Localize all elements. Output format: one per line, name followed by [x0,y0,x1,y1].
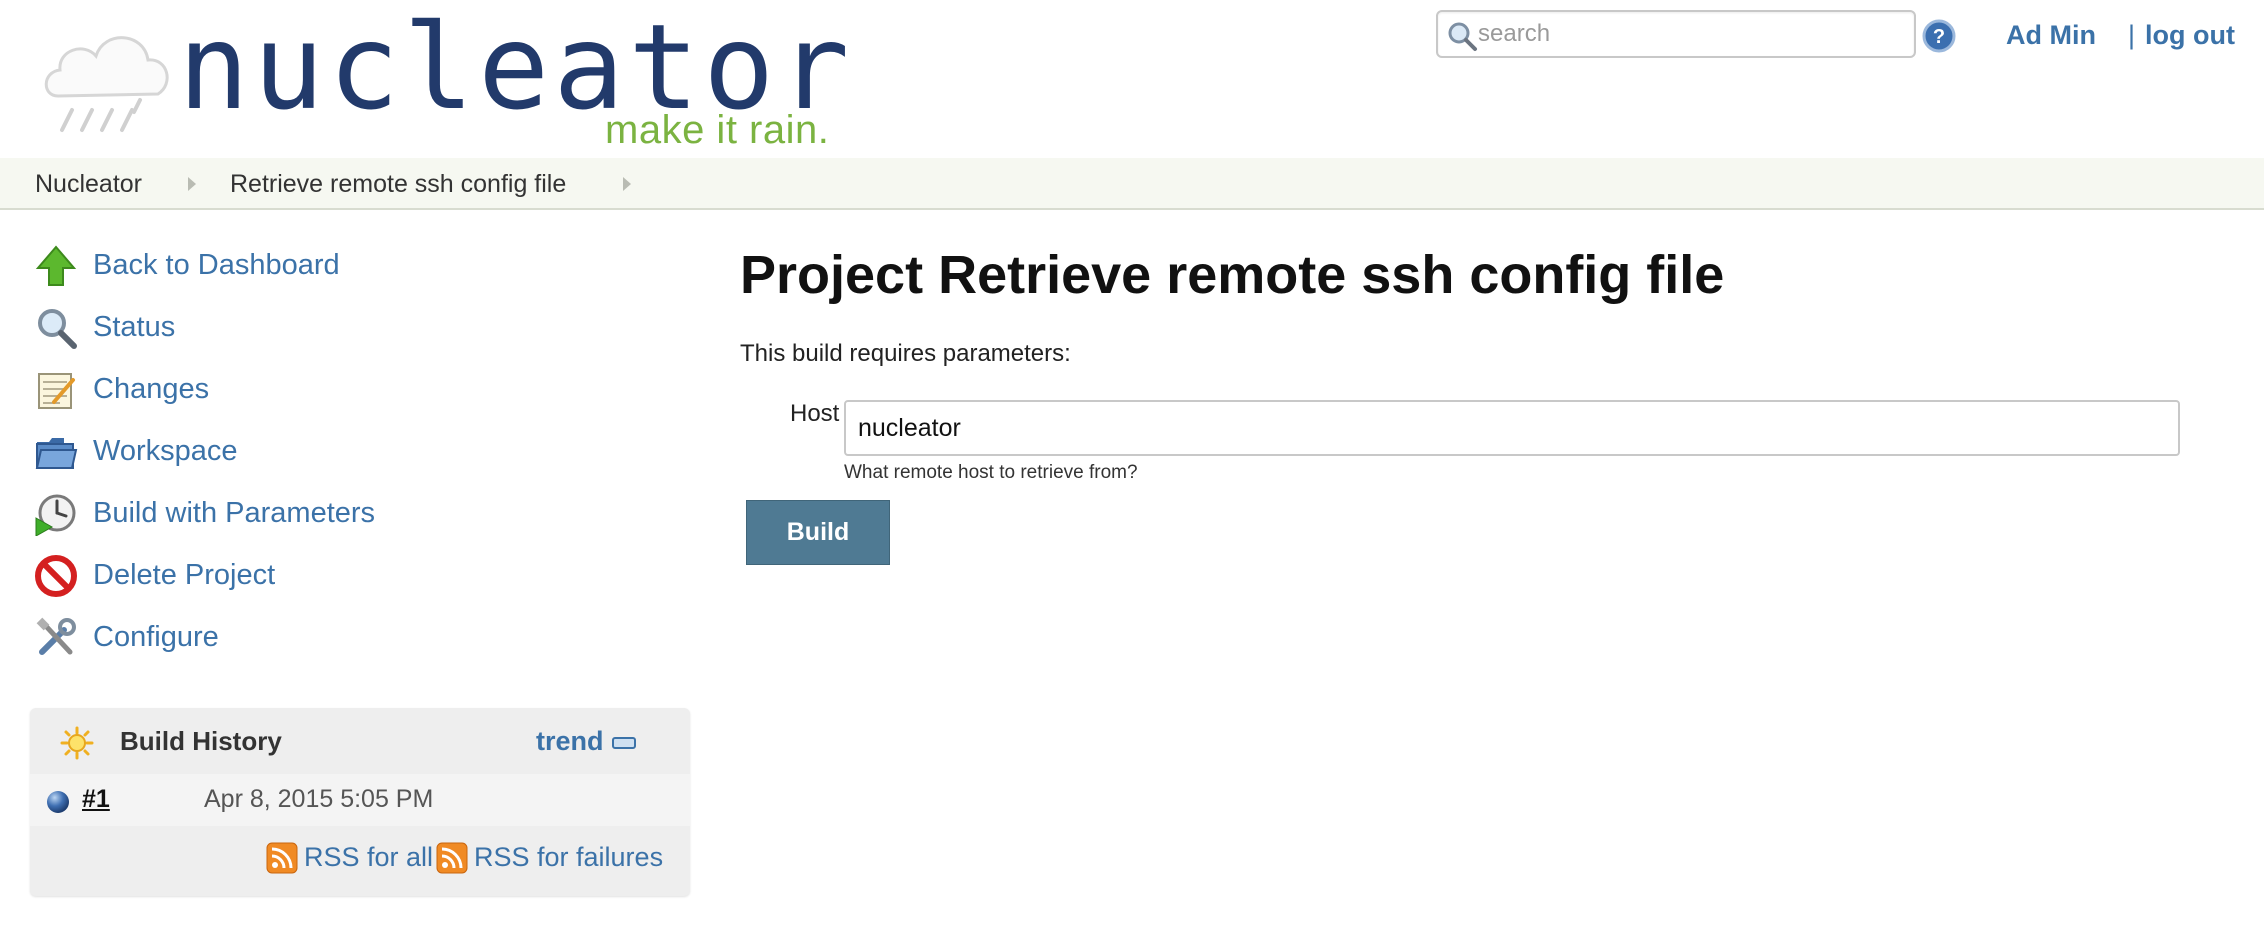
folder-icon [35,438,78,469]
rss-all-link[interactable]: RSS for all [304,842,433,873]
breadcrumb-arrow-icon[interactable] [188,177,196,191]
build-date: Apr 8, 2015 5:05 PM [204,785,434,813]
task-label: Changes [93,373,210,405]
sun-weather-icon [60,726,94,760]
up-arrow-icon [35,245,77,286]
host-description: What remote host to retrieve from? [844,462,1138,483]
clock-play-icon [35,494,76,536]
parameters-intro: This build requires parameters: [740,340,1071,367]
notepad-icon [38,373,75,409]
rss-icon[interactable] [436,842,468,874]
breadcrumb-arrow-icon[interactable] [623,177,631,191]
rain-cloud-icon [44,36,169,132]
task-label: Status [93,311,176,343]
build-button[interactable]: Build [746,500,890,565]
rss-icon[interactable] [266,842,298,874]
svg-text:?: ? [1933,26,1945,48]
breadcrumb-item-project[interactable]: Retrieve remote ssh config file [230,170,566,199]
task-workspace[interactable]: Workspace [30,426,530,476]
tools-icon [36,617,76,655]
task-build-with-parameters[interactable]: Build with Parameters [30,488,530,538]
build-row: #1 Apr 8, 2015 5:05 PM [30,774,690,826]
magnifier-icon [38,309,77,349]
page-header: nucleator make it rain. ? Ad Min | log o… [0,0,2264,158]
task-back-to-dashboard[interactable]: Back to Dashboard [30,240,530,290]
search-box [1436,10,1916,58]
task-delete-project[interactable]: Delete Project [30,550,530,600]
nucleator-logo[interactable]: nucleator make it rain. [40,8,849,153]
build-history-panel: Build History trend #1 Apr 8, 2015 5:05 … [30,708,690,896]
page-title: Project Retrieve remote ssh config file [740,245,1725,305]
build-history-title: Build History [120,726,282,756]
task-label: Workspace [93,435,238,467]
host-input[interactable] [844,400,2180,456]
header-separator: | [2128,20,2136,50]
task-label: Delete Project [93,559,276,591]
task-status[interactable]: Status [30,302,530,352]
host-label: Host [790,400,840,427]
breadcrumb-item-nucleator[interactable]: Nucleator [35,170,142,199]
logout-link[interactable]: log out [2145,20,2235,51]
breadcrumb: Nucleator Retrieve remote ssh config fil… [0,158,2264,210]
task-changes[interactable]: Changes [30,364,530,414]
search-icon [1448,22,1477,51]
build-number-link[interactable]: #1 [82,785,110,814]
brand-tagline: make it rain. [605,108,830,152]
task-label: Back to Dashboard [93,249,340,281]
build-history-header: Build History trend [30,708,690,774]
task-label: Configure [93,621,219,653]
help-icon[interactable]: ? [1922,19,1956,53]
rss-failures-link[interactable]: RSS for failures [474,842,663,873]
trend-link[interactable]: trend [536,726,604,757]
user-name-link[interactable]: Ad Min [2006,20,2096,51]
no-entry-icon [35,555,77,597]
search-input[interactable] [1478,14,1908,54]
blue-ball-icon [47,791,69,813]
task-configure[interactable]: Configure [30,612,530,662]
task-label: Build with Parameters [93,497,376,529]
collapse-icon[interactable] [612,737,636,749]
